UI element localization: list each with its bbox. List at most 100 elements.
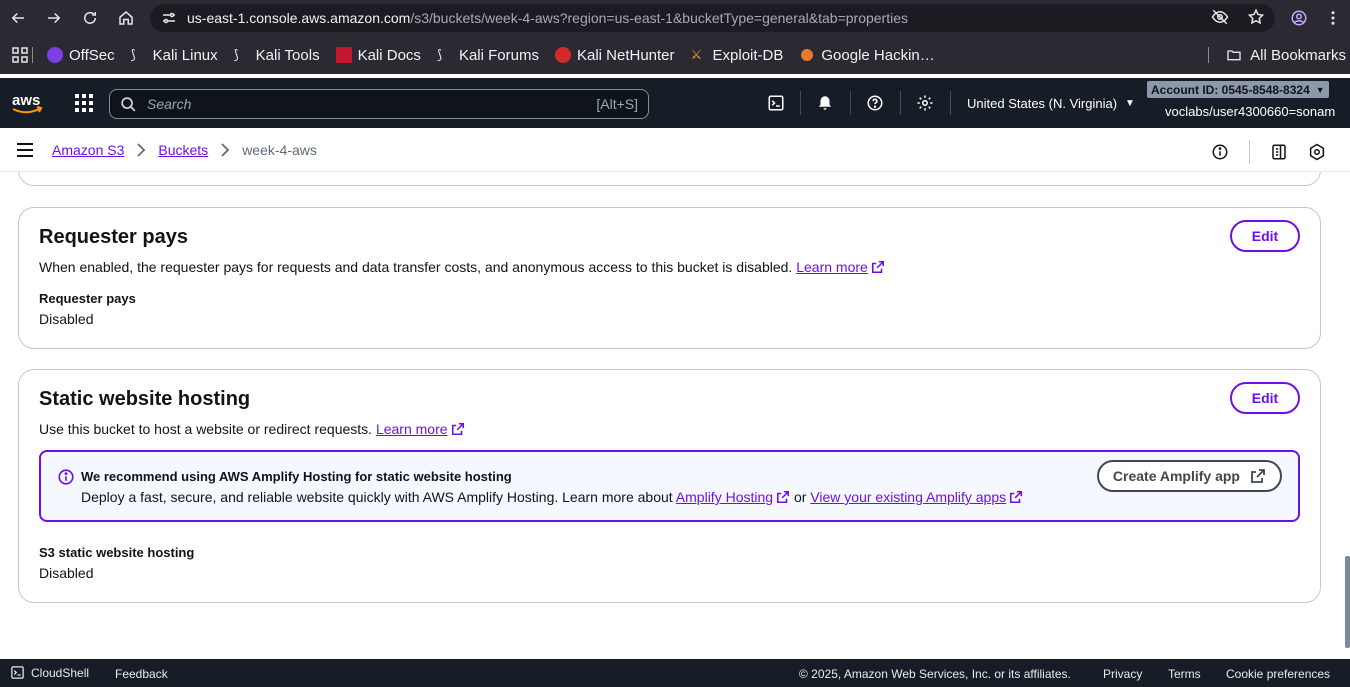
caret-down-icon: ▼ (1315, 84, 1325, 95)
breadcrumb-bar: Amazon S3 Buckets week-4-aws (0, 128, 1350, 172)
all-bookmarks[interactable]: All Bookmarks (1208, 36, 1346, 74)
bookmarks-bar: OffSec ⟆ Kali Linux ⟆ Kali Tools Kali Docs… (0, 36, 1350, 74)
aws-logo[interactable]: aws (10, 90, 44, 116)
menu-dots-icon[interactable] (1324, 9, 1342, 27)
star-icon[interactable] (1247, 8, 1265, 26)
reload-icon[interactable] (72, 0, 108, 36)
static-hosting-edit-button[interactable]: Edit (1230, 382, 1300, 414)
bookmark-label: Kali Linux (152, 46, 218, 64)
kali-dragon-icon: ⟆ (130, 47, 136, 62)
feedback-link[interactable]: Feedback (115, 667, 168, 681)
bookmark-label: OffSec (69, 46, 115, 64)
bell-icon[interactable] (813, 91, 837, 115)
bookmark-kali-nethunter[interactable]: Kali NetHunter (554, 46, 675, 64)
kali-dragon-icon: ⟆ (233, 47, 239, 62)
offsec-icon (47, 47, 63, 63)
bookmark-kali-forums[interactable]: ⟆ Kali Forums (437, 47, 539, 64)
folder-icon (1227, 50, 1241, 61)
eye-off-icon[interactable] (1211, 8, 1229, 26)
bookmark-kali-tools[interactable]: ⟆ Kali Tools (234, 47, 320, 64)
cloudshell-label: CloudShell (31, 665, 90, 680)
amplify-hosting-link[interactable]: Amplify Hosting (676, 489, 790, 505)
search-shortcut: [Alt+S] (596, 96, 638, 112)
bookmark-label: Kali NetHunter (576, 46, 675, 64)
external-link-icon (1010, 490, 1023, 504)
existing-amplify-apps-link[interactable]: View your existing Amplify apps (810, 489, 1023, 505)
svg-text:aws: aws (12, 92, 40, 109)
alert-body: Deploy a fast, secure, and reliable webs… (81, 489, 1023, 505)
google-hacking-icon (801, 49, 814, 61)
url-host: us-east-1.console.aws.amazon.com (187, 10, 411, 26)
section-description: Use this bucket to host a website or red… (39, 421, 465, 437)
bookmark-label: Exploit-DB (712, 46, 784, 64)
apps-grid-icon[interactable] (12, 47, 28, 63)
create-amplify-app-button[interactable]: Create Amplify app (1096, 460, 1282, 492)
account-menu[interactable]: Account ID: 0545-8548-8324 ▼ (1147, 81, 1329, 98)
user-name[interactable]: voclabs/user4300660=sonam (1165, 104, 1335, 119)
external-link-icon (777, 490, 790, 504)
info-icon[interactable] (1211, 143, 1229, 161)
region-label: United States (N. Virginia) (967, 96, 1118, 111)
bookmark-offsec[interactable]: OffSec (47, 47, 115, 64)
page-scrollbar[interactable] (1345, 556, 1350, 648)
breadcrumb: Amazon S3 Buckets week-4-aws (52, 142, 317, 158)
exploit-db-icon: ⚔ (690, 47, 703, 62)
bookmark-label: Kali Forums (458, 46, 539, 64)
section-description: When enabled, the requester pays for req… (39, 259, 885, 275)
field-value: Disabled (39, 565, 94, 581)
breadcrumb-buckets[interactable]: Buckets (158, 142, 208, 158)
requester-pays-card: Requester pays Edit When enabled, the re… (18, 207, 1321, 349)
breadcrumb-amazon-s3[interactable]: Amazon S3 (52, 142, 124, 158)
gear-icon[interactable] (913, 91, 937, 115)
alert-title: We recommend using AWS Amplify Hosting f… (81, 469, 512, 484)
cloudshell-footer-button[interactable]: CloudShell (10, 665, 89, 680)
kali-docs-icon (335, 47, 352, 63)
bookmark-label: Google Hackin… (821, 46, 935, 64)
cookie-preferences-link[interactable]: Cookie preferences (1226, 667, 1330, 681)
breadcrumb-current: week-4-aws (242, 142, 317, 158)
panel-icon[interactable] (1270, 143, 1288, 161)
profile-icon[interactable] (1290, 9, 1308, 27)
external-link-icon (1251, 469, 1265, 483)
copyright-text: © 2025, Amazon Web Services, Inc. or its… (799, 667, 1071, 681)
external-link-icon (871, 260, 884, 274)
field-label: Requester pays (39, 291, 136, 306)
amazon-q-icon[interactable] (1308, 143, 1326, 161)
account-id: Account ID: 0545-8548-8324 (1151, 82, 1310, 97)
services-grid-icon[interactable] (74, 93, 94, 113)
field-label: S3 static website hosting (39, 545, 195, 560)
chevron-right-icon (221, 143, 230, 157)
site-settings-icon[interactable] (160, 9, 178, 27)
cloudshell-icon (11, 666, 24, 679)
forward-icon[interactable] (36, 0, 72, 36)
button-label: Create Amplify app (1112, 468, 1240, 484)
search-placeholder: Search (147, 96, 192, 112)
privacy-link[interactable]: Privacy (1103, 667, 1142, 681)
main-content: Requester pays Edit When enabled, the re… (0, 172, 1350, 659)
home-icon[interactable] (108, 0, 144, 36)
console-footer: CloudShell Feedback © 2025, Amazon Web S… (0, 659, 1350, 687)
field-value: Disabled (39, 311, 94, 327)
help-icon[interactable] (863, 91, 887, 115)
section-title: Requester pays (39, 226, 188, 248)
learn-more-link[interactable]: Learn more (376, 421, 465, 437)
previous-card (18, 172, 1321, 186)
region-selector[interactable]: United States (N. Virginia) ▼ (967, 96, 1135, 111)
requester-pays-edit-button[interactable]: Edit (1230, 220, 1300, 252)
bookmark-google-hacking[interactable]: Google Hackin… (799, 46, 935, 64)
terms-link[interactable]: Terms (1168, 667, 1201, 681)
bookmark-kali-linux[interactable]: ⟆ Kali Linux (131, 47, 218, 64)
learn-more-link[interactable]: Learn more (796, 259, 885, 275)
hamburger-menu-icon[interactable] (16, 141, 34, 159)
bookmark-exploit-db[interactable]: ⚔ Exploit-DB (691, 47, 784, 64)
chevron-right-icon (137, 143, 146, 157)
back-icon[interactable] (0, 0, 36, 36)
url-bar[interactable]: us-east-1.console.aws.amazon.com/s3/buck… (150, 4, 1275, 32)
cloudshell-icon[interactable] (764, 91, 788, 115)
bookmark-label: Kali Docs (357, 46, 421, 64)
browser-toolbar: us-east-1.console.aws.amazon.com/s3/buck… (0, 0, 1350, 36)
alert-body-text: Deploy a fast, secure, and reliable webs… (81, 489, 673, 505)
static-website-hosting-card: Static website hosting Edit Use this buc… (18, 369, 1321, 603)
bookmark-kali-docs[interactable]: Kali Docs (335, 46, 421, 64)
console-search-input[interactable]: Search [Alt+S] (109, 89, 649, 119)
